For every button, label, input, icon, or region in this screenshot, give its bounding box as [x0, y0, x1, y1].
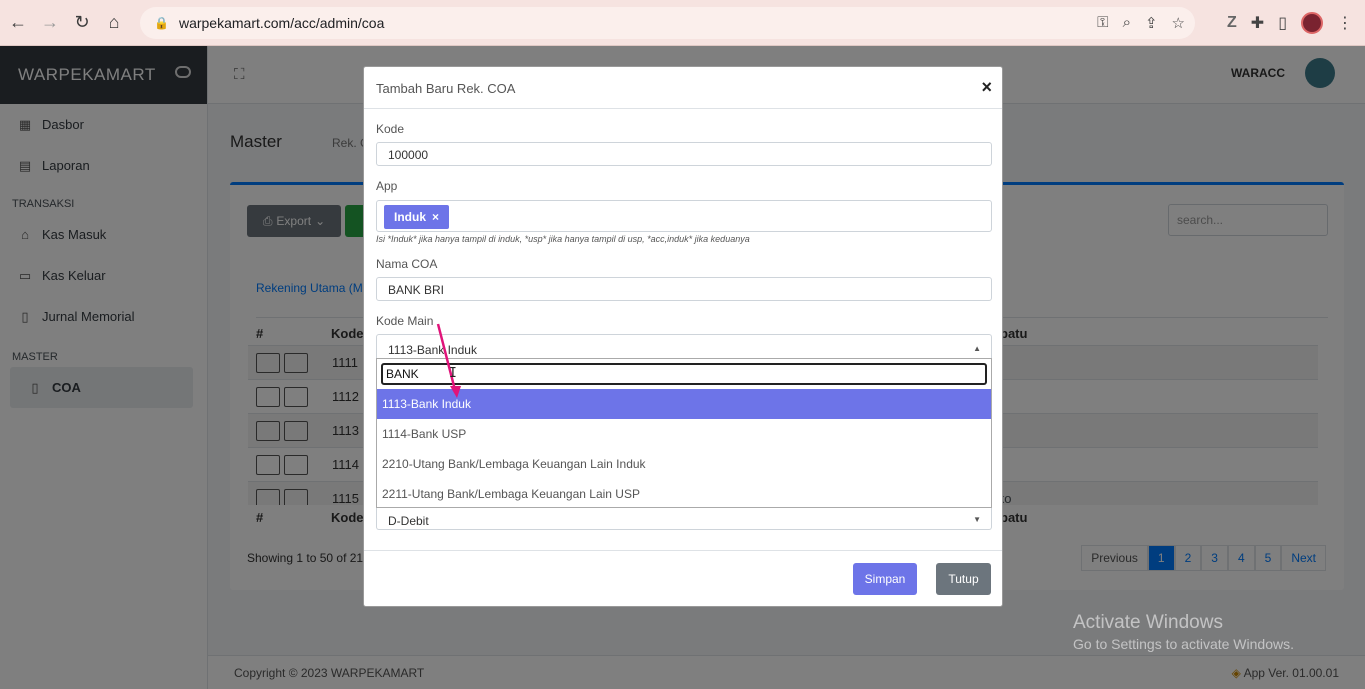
app-tag: Induk ×	[384, 205, 450, 229]
z-extension-icon[interactable]: Z	[1227, 14, 1237, 32]
watermark-line2: Go to Settings to activate Windows.	[1073, 636, 1294, 652]
browser-toolbar: ← → ↻ ⌂ 🔒 warpekamart.com/acc/admin/coa …	[0, 0, 1365, 46]
dropdown-option[interactable]: 2211-Utang Bank/Lembaga Keuangan Lain US…	[377, 479, 991, 509]
kode-label: Kode	[376, 122, 405, 136]
reload-icon[interactable]: ↻	[68, 9, 96, 37]
add-coa-modal: Tambah Baru Rek. COA × Kode 100000 App I…	[363, 66, 1003, 607]
back-icon[interactable]: ←	[4, 9, 32, 37]
windows-activation-watermark: Activate Windows Go to Settings to activ…	[1073, 612, 1294, 652]
watermark-line1: Activate Windows	[1073, 612, 1223, 633]
kode-main-select[interactable]: 1113-Bank Induk ▲	[376, 334, 992, 358]
nama-coa-label: Nama COA	[376, 257, 438, 271]
tag-remove-icon[interactable]: ×	[432, 210, 439, 224]
dropdown-search-input[interactable]: BANK	[381, 363, 987, 385]
app-label: App	[376, 179, 398, 193]
kode-input[interactable]: 100000	[376, 142, 992, 166]
address-bar[interactable]: 🔒 warpekamart.com/acc/admin/coa	[140, 7, 1195, 39]
sidepanel-icon[interactable]: ▯	[1278, 13, 1287, 33]
debit-kredit-selected: D-Debit	[388, 514, 429, 528]
profile-avatar[interactable]	[1301, 12, 1323, 34]
address-bar-actions: ⚿ ⌕ ⇪ ☆	[1097, 14, 1185, 32]
url-text: warpekamart.com/acc/admin/coa	[178, 15, 385, 31]
star-icon[interactable]: ☆	[1172, 14, 1185, 32]
dropdown-option[interactable]: 1114-Bank USP	[377, 419, 991, 449]
share-icon[interactable]: ⇪	[1145, 14, 1158, 32]
app-tag-input[interactable]: Induk ×	[376, 200, 992, 232]
chevron-up-icon: ▲	[973, 344, 981, 353]
nama-coa-input[interactable]: BANK BRI	[376, 277, 992, 301]
zoom-icon[interactable]: ⌕	[1123, 14, 1131, 32]
forward-icon[interactable]: →	[36, 9, 64, 37]
dropdown-option[interactable]: 2210-Utang Bank/Lembaga Keuangan Lain In…	[377, 449, 991, 479]
close-icon[interactable]: ×	[981, 77, 992, 98]
dropdown-option[interactable]: 1113-Bank Induk	[377, 389, 991, 419]
chevron-down-icon: ▼	[973, 515, 981, 524]
app-tag-text: Induk	[394, 210, 426, 224]
lock-icon: 🔒	[154, 16, 169, 30]
menu-icon[interactable]: ⋮	[1337, 13, 1353, 33]
kode-main-selected: 1113-Bank Induk	[388, 343, 477, 357]
modal-header: Tambah Baru Rek. COA ×	[364, 67, 1002, 109]
debit-kredit-select[interactable]: D-Debit ▼	[376, 508, 992, 530]
save-button[interactable]: Simpan	[853, 563, 917, 595]
modal-title: Tambah Baru Rek. COA	[376, 81, 516, 96]
kode-main-label: Kode Main	[376, 314, 434, 328]
modal-footer: Simpan Tutup	[364, 550, 1002, 606]
key-icon[interactable]: ⚿	[1097, 14, 1108, 32]
puzzle-icon[interactable]: ✚	[1251, 13, 1264, 33]
app-hint: Isi *Induk* jika hanya tampil di induk, …	[376, 234, 750, 244]
kode-main-dropdown: BANK 1113-Bank Induk 1114-Bank USP 2210-…	[376, 358, 992, 508]
close-button[interactable]: Tutup	[936, 563, 991, 595]
home-icon[interactable]: ⌂	[100, 9, 128, 37]
extension-bar: Z ✚ ▯ ⋮	[1227, 12, 1353, 34]
